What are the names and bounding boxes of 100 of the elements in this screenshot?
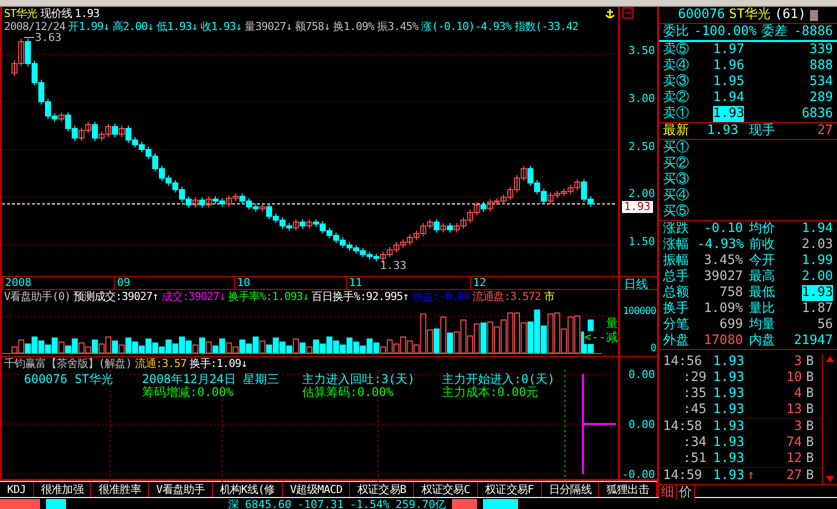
trade-arrow: ↑ xyxy=(747,468,756,484)
indicator-value: 预测成交:39027↑ xyxy=(74,290,158,303)
trade-time: :51 xyxy=(682,451,708,467)
trade-volume: 10 xyxy=(785,370,803,386)
trade-side: B xyxy=(806,435,815,451)
month-label: 10 xyxy=(234,277,250,289)
detail-tab[interactable]: 价 xyxy=(677,485,695,500)
quote-field: 开1.99↓ xyxy=(68,20,110,33)
quote-field: 振3.45% xyxy=(377,20,418,33)
volume-axis-label: 100000 xyxy=(622,306,656,317)
trade-time: 14:59 xyxy=(663,468,704,484)
index-change: -107.31 xyxy=(297,498,344,509)
stat-label: 换手 xyxy=(663,301,690,317)
ask-price: 1.97 xyxy=(713,42,744,58)
trade-side: B xyxy=(806,419,815,435)
stat-label: 总手 xyxy=(663,269,690,285)
quote-field: 收1.93↓ xyxy=(200,20,242,33)
price-axis-label: 2.00 xyxy=(628,188,655,200)
stat-label: 前收 xyxy=(749,237,776,253)
panel-title-text: 换手:1.09↓ xyxy=(189,357,248,370)
last-price-tag: 1.93 xyxy=(622,200,652,213)
ask-volume: 339 xyxy=(808,42,833,58)
trade-time: 14:58 xyxy=(663,419,704,435)
indicator-value: 流通盘:3.572 xyxy=(472,290,541,303)
stat-label: 最低 xyxy=(749,285,776,301)
bid-label: 买④ xyxy=(663,188,690,204)
panel-title-text: 流通:3.57 xyxy=(134,357,186,370)
trade-volume: 12 xyxy=(785,451,803,467)
bid-label: 买③ xyxy=(663,172,690,188)
bid-label: 买⑤ xyxy=(663,204,690,220)
stat-label: 内盘 xyxy=(749,333,776,349)
trade-price: 1.93 xyxy=(713,386,746,402)
analysis-note: 2008年12月24日 星期三 xyxy=(142,373,280,386)
stat-label: 涨幅 xyxy=(663,237,690,253)
price-axis-label: 1.50 xyxy=(628,236,655,247)
ask-volume: 289 xyxy=(808,90,833,106)
stat-value: 2.00 xyxy=(802,269,833,285)
last-volume-value: 27 xyxy=(816,123,833,139)
stat-label: 量比 xyxy=(749,301,776,317)
quote-field: 额758↓ xyxy=(294,20,330,33)
low-price-label: 1.33 xyxy=(380,259,406,272)
stat-label: 最高 xyxy=(749,269,776,285)
trade-side: B xyxy=(806,451,815,467)
stat-label: 今开 xyxy=(749,253,776,269)
trade-time: :45 xyxy=(682,402,708,418)
price-axis-label: 3.00 xyxy=(628,92,655,104)
ask-label: 卖⑤ xyxy=(663,42,690,58)
quote-field: 高2.00↓ xyxy=(112,20,154,33)
stat-label: 均价 xyxy=(749,221,776,237)
ask-label: 卖① xyxy=(663,106,690,122)
stock-code: 600076 xyxy=(678,7,725,23)
stock-name: ST华光 xyxy=(4,7,38,20)
stat-value: 699 xyxy=(718,317,744,333)
bid-label: 买② xyxy=(663,156,690,172)
ask-price: 1.96 xyxy=(713,58,744,74)
quote-field: 涨(-0.10)-4.93% xyxy=(421,20,512,33)
ask-price: 1.93 xyxy=(713,106,744,122)
chart-type-label: 现价线 xyxy=(40,7,72,20)
indicator-axis-label: 0.00 xyxy=(628,369,655,380)
ask-volume: 888 xyxy=(808,58,833,74)
quote-field: 指数(-33.42 xyxy=(514,20,578,33)
trade-volume: 27 xyxy=(785,468,803,484)
indicator-axis-label: 0.00 xyxy=(628,419,655,430)
trade-price: 1.93 xyxy=(713,435,746,451)
stat-label: 均量 xyxy=(749,317,776,333)
analysis-note: 主力开始进入:0(天) xyxy=(442,373,556,386)
trade-time: 14:56 xyxy=(663,354,704,370)
quote-field: 2008/12/24 xyxy=(4,20,66,33)
month-label: 12 xyxy=(470,277,486,289)
trade-volume: 3 xyxy=(793,419,803,435)
trade-volume: 13 xyxy=(785,402,803,418)
quote-field: 低1.93↓ xyxy=(156,20,198,33)
analysis-note: 筹码增减:0.00% xyxy=(142,386,234,399)
trade-price: 1.93 xyxy=(713,402,746,418)
turnover-value: 259.70亿 xyxy=(395,498,446,509)
indicator-value: 市 xyxy=(544,290,554,303)
index-percent: -1.54% xyxy=(350,498,390,509)
ask-label: 卖② xyxy=(663,90,690,106)
stat-value: -4.93% xyxy=(697,237,745,253)
quote-field: 换1.09% xyxy=(332,20,374,33)
analysis-note: 估算筹码:0.00% xyxy=(302,386,394,399)
stat-value: 1.87 xyxy=(802,301,833,317)
detail-tab[interactable]: 细 xyxy=(659,485,677,500)
market-label: 深 xyxy=(228,498,239,509)
trade-price: 1.93 xyxy=(713,370,746,386)
ask-volume: 534 xyxy=(808,74,833,90)
panel-title-text: 千钧赢富【茶舍版】(解盘) xyxy=(4,357,132,370)
ask-label: 卖④ xyxy=(663,58,690,74)
trade-side: B xyxy=(806,354,815,370)
stat-value: 1.93 xyxy=(802,285,833,301)
indicator-axis-label: -0.00 xyxy=(622,469,655,480)
price-axis-label: 2.50 xyxy=(628,140,655,152)
ask-price: 1.94 xyxy=(713,90,744,106)
index-value: 6845.60 xyxy=(245,498,292,509)
record-count: (61) xyxy=(774,7,806,23)
trade-time: :35 xyxy=(682,386,708,402)
analysis-note: 600076 ST华光 xyxy=(24,373,114,386)
bid-label: 买① xyxy=(663,140,690,156)
month-label: 2008 xyxy=(2,277,32,289)
stat-value: 1.09% xyxy=(702,301,744,317)
